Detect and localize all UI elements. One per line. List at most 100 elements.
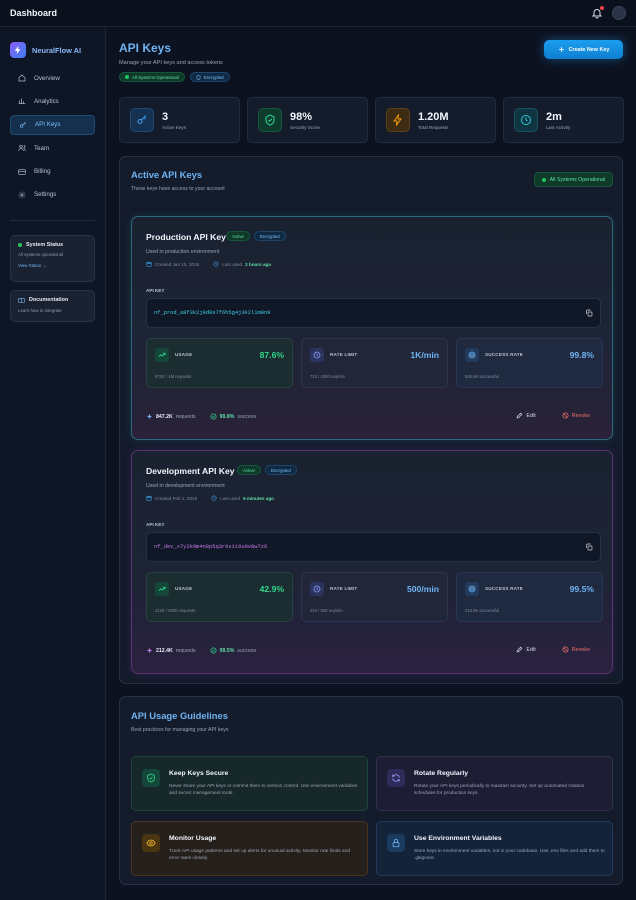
key-actions: Edit Revoke (516, 646, 590, 653)
status-badge-label: All Systems Operational (549, 176, 605, 183)
sidebar-item-analytics[interactable]: Analytics (10, 91, 95, 111)
key-metrics: USAGE 42.9% 212K / 500K requests RATE LI… (146, 572, 603, 622)
sidebar-item-settings[interactable]: Settings (10, 185, 95, 205)
key-description: Used in production environment (146, 249, 220, 255)
guideline-card: Use Environment Variables Store keys in … (376, 821, 613, 876)
main-content: API Keys Manage your API keys and access… (106, 27, 636, 900)
key-last-used-label: Last used (220, 495, 241, 501)
metric-value: 99.5% (569, 584, 594, 594)
stat-label: Last Activity (546, 124, 571, 130)
view-status-link[interactable]: View Status → (18, 263, 87, 268)
target-icon (465, 582, 479, 596)
users-icon (18, 145, 26, 152)
stat-value: 2m (546, 110, 562, 123)
sidebar-item-label: Overview (34, 74, 60, 82)
calendar-icon (146, 261, 152, 267)
guideline-card: Monitor Usage Track API usage patterns a… (131, 821, 368, 876)
gear-icon (18, 191, 26, 199)
lock-icon (387, 834, 405, 852)
stat-label: Active Keys (162, 124, 186, 130)
key-meta: Created Feb 1, 2026 Last used 5 minutes … (146, 495, 274, 501)
key-actions: Edit Revoke (516, 412, 590, 419)
shield-check-icon (258, 108, 282, 132)
check-circle-icon (210, 647, 217, 654)
encrypted-badge: Encrypted (264, 465, 297, 475)
metric-label: USAGE (175, 586, 193, 591)
documentation-title: Documentation (29, 297, 69, 304)
guideline-text: Never share your API keys or commit them… (169, 784, 358, 797)
status-dot (541, 177, 546, 182)
success-percent: 99.8% (219, 413, 235, 420)
active-keys-panel: Active API Keys These keys have access t… (119, 156, 623, 684)
create-new-key-label: Create New Key (568, 46, 610, 53)
pencil-icon (517, 646, 523, 653)
credit-card-icon (18, 168, 26, 175)
home-icon (18, 74, 26, 82)
notification-bell-icon[interactable] (591, 6, 604, 19)
top-bar: Dashboard (0, 0, 636, 27)
key-metrics: USAGE 87.6% 872K / 1M requests RATE LIMI… (146, 338, 603, 388)
metric-label: RATE LIMIT (330, 586, 358, 591)
ban-icon (562, 646, 569, 653)
documentation-card[interactable]: Documentation Learn how to integrate (10, 289, 95, 322)
edit-button[interactable]: Edit (516, 412, 536, 419)
page-subtitle: Manage your API keys and access tokens (119, 60, 223, 66)
status-badge: All Systems Operational (533, 172, 613, 187)
guideline-text: Store keys in environment variables, not… (414, 849, 605, 862)
sidebar-item-label: Team (34, 144, 50, 152)
stat-value: 98% (290, 110, 313, 123)
active-badge: Active (237, 465, 261, 475)
book-icon (18, 298, 25, 303)
metric-value: 500/min (406, 584, 439, 594)
avatar[interactable] (612, 6, 626, 20)
api-key-label: API KEY (146, 522, 165, 527)
clock-icon (211, 495, 217, 501)
sidebar-item-billing[interactable]: Billing (10, 162, 95, 182)
key-icon (130, 108, 154, 132)
stats-row: 3 Active Keys 98% Security Score 1.20M Tota… (119, 97, 624, 143)
metric-value: 87.6% (259, 350, 284, 360)
copy-icon[interactable] (585, 309, 593, 317)
metric-label: SUCCESS RATE (485, 352, 524, 357)
refresh-icon (387, 769, 405, 787)
metric-value: 1K/min (410, 350, 439, 360)
clock-icon (514, 108, 538, 132)
sidebar-item-overview[interactable]: Overview (10, 68, 95, 88)
metric-label: USAGE (175, 352, 193, 357)
topbar-title: Dashboard (10, 8, 58, 18)
sparkle-icon (146, 647, 153, 654)
create-new-key-button[interactable]: Create New Key (544, 40, 623, 59)
stat-label: Security Score (290, 124, 320, 130)
sidebar-item-label: API Keys (35, 121, 61, 129)
guidelines-subtitle: Best practices for managing your API key… (131, 727, 229, 733)
system-status-title: System Status (26, 241, 64, 248)
guideline-title: Monitor Usage (169, 835, 217, 842)
brand[interactable]: NeuralFlow AI (0, 27, 105, 63)
sidebar-item-label: Settings (34, 191, 57, 199)
trend-up-icon (155, 348, 169, 362)
api-key-field[interactable]: nf_prod_a8f3k2j9d8s7f6h5g4j3k2l1m0n9 (146, 298, 601, 328)
metric-value: 42.9% (259, 584, 284, 594)
success-rate-metric: SUCCESS RATE 99.8% 846.5K successful (456, 338, 603, 388)
edit-button[interactable]: Edit (516, 646, 536, 653)
guideline-title: Keep Keys Secure (169, 770, 229, 777)
guidelines-panel: API Usage Guidelines Best practices for … (119, 696, 623, 885)
api-key-field[interactable]: nf_dev_x7y2k9m4n8p5q3r6s1t0u9v8w7z6 (146, 532, 601, 562)
sidebar-item-team[interactable]: Team (10, 138, 95, 158)
copy-icon[interactable] (585, 543, 593, 551)
brand-name: NeuralFlow AI (32, 45, 82, 55)
api-key-card-production: Production API Key Active Encrypted Used… (131, 216, 613, 440)
metric-label: RATE LIMIT (330, 352, 358, 357)
plus-icon (558, 47, 564, 52)
revoke-button[interactable]: Revoke (562, 412, 590, 419)
request-count-label: requests (175, 413, 196, 420)
sidebar: NeuralFlow AI Overview Analytics API Key… (0, 27, 106, 900)
stat-value: 3 (162, 110, 169, 123)
api-key-value: nf_dev_x7y2k9m4n8p5q3r6s1t0u9v8w7z6 (154, 544, 268, 550)
stat-card-active-keys: 3 Active Keys (119, 97, 240, 143)
revoke-label: Revoke (571, 646, 590, 653)
sidebar-item-api-keys[interactable]: API Keys (10, 114, 95, 135)
status-dot (18, 242, 22, 247)
revoke-button[interactable]: Revoke (562, 646, 590, 653)
active-badge: Active (226, 231, 250, 241)
